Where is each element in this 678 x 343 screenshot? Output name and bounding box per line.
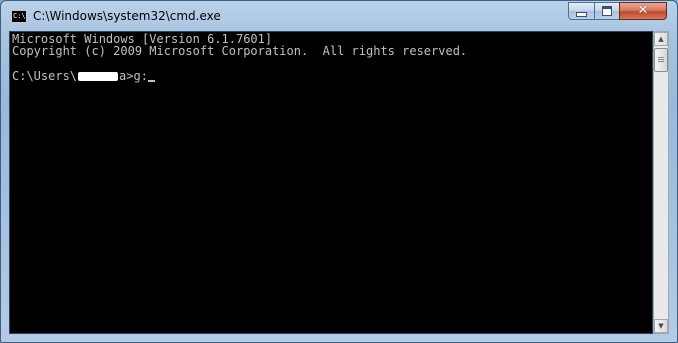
maximize-icon xyxy=(602,6,612,16)
vertical-scrollbar[interactable]: ▲ ▼ xyxy=(653,31,669,334)
cmd-window: C:\ C:\Windows\system32\cmd.exe ✕ Micros… xyxy=(0,0,678,343)
scroll-thumb[interactable] xyxy=(654,48,668,72)
scroll-down-button[interactable]: ▼ xyxy=(654,319,668,333)
cmd-icon[interactable]: C:\ xyxy=(11,10,27,23)
prompt-command: a>g: xyxy=(119,69,148,83)
scroll-down-icon: ▼ xyxy=(658,322,664,330)
text-cursor xyxy=(147,80,155,82)
cmd-icon-label: C:\ xyxy=(13,12,26,20)
redacted-username xyxy=(78,72,119,81)
scroll-up-button[interactable]: ▲ xyxy=(654,32,668,46)
maximize-button[interactable] xyxy=(594,2,620,20)
minimize-button[interactable] xyxy=(568,2,595,20)
thumb-grip-line xyxy=(658,61,664,62)
thumb-grip-line xyxy=(658,57,664,58)
console-output[interactable]: Microsoft Windows [Version 6.1.7601] Cop… xyxy=(9,31,653,334)
window-title: C:\Windows\system32\cmd.exe xyxy=(33,9,221,23)
prompt-prefix: C:\Users\ xyxy=(12,69,78,83)
minimize-icon xyxy=(576,11,587,17)
close-icon: ✕ xyxy=(637,3,649,18)
console-prompt-line: C:\Users\ a>g: xyxy=(12,70,155,82)
close-button[interactable]: ✕ xyxy=(619,2,667,20)
thumb-grip-line xyxy=(658,59,664,60)
scroll-up-icon: ▲ xyxy=(658,35,664,43)
title-bar[interactable]: C:\ C:\Windows\system32\cmd.exe ✕ xyxy=(1,1,677,31)
console-line-copyright: Copyright (c) 2009 Microsoft Corporation… xyxy=(12,44,468,58)
